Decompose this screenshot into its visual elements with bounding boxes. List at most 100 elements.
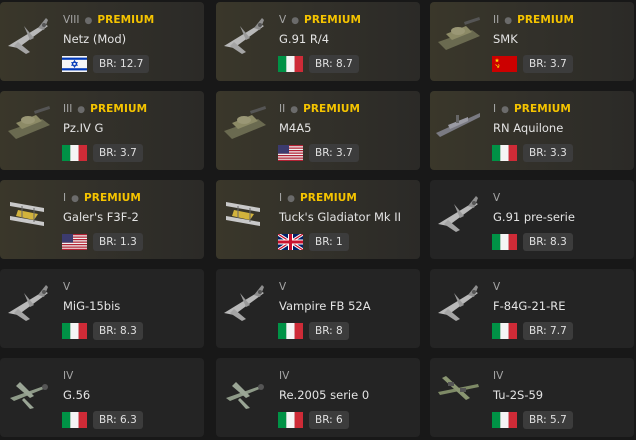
vehicle-card[interactable]: IV G.56 BR: 6.3 <box>0 358 204 437</box>
battle-rating-badge: BR: 8.7 <box>309 55 359 73</box>
italy-flag <box>278 323 303 339</box>
battle-rating-badge: BR: 3.7 <box>93 144 143 162</box>
battle-rating-badge: BR: 3.3 <box>523 144 573 162</box>
vehicle-card[interactable]: II ● PREMIUM SMK BR: 3.7 <box>430 2 634 81</box>
vehicle-rank: III <box>63 103 73 115</box>
vehicle-name: Tu-2S-59 <box>493 388 544 402</box>
rank-line: V <box>493 191 500 205</box>
separator-dot: ● <box>291 16 300 26</box>
tank-icon <box>434 12 482 58</box>
vehicle-card[interactable]: II ● PREMIUM M4A5 BR: 3.7 <box>216 91 420 170</box>
vehicle-name: MiG-15bis <box>63 299 121 313</box>
vehicle-name: F-84G-21-RE <box>493 299 566 313</box>
battle-rating-badge: BR: 8.3 <box>93 322 143 340</box>
vehicle-name: G.91 R/4 <box>279 32 330 46</box>
rank-line: IV <box>279 369 289 383</box>
biplane-icon <box>220 190 268 236</box>
vehicle-card[interactable]: VIII ● PREMIUM Netz (Mod) BR: 12.7 <box>0 2 204 81</box>
battle-rating-badge: BR: 3.7 <box>309 144 359 162</box>
battle-rating-badge: BR: 7.7 <box>523 322 573 340</box>
battle-rating-badge: BR: 8 <box>309 322 349 340</box>
vehicle-rank: V <box>493 192 501 204</box>
vehicle-rank: V <box>279 281 287 293</box>
italy-flag <box>492 234 517 250</box>
vehicle-rank: IV <box>493 370 504 382</box>
separator-dot: ● <box>290 105 299 115</box>
israel-flag <box>62 56 87 72</box>
premium-label: PREMIUM <box>304 14 362 26</box>
ussr-flag <box>492 56 517 72</box>
battle-rating-badge: BR: 6.3 <box>93 411 143 429</box>
vehicle-card[interactable]: I ● PREMIUM Tuck's Gladiator Mk II BR: 1 <box>216 180 420 259</box>
vehicle-rank: II <box>279 103 286 115</box>
uk-flag <box>278 234 303 250</box>
rank-line: I ● PREMIUM <box>63 191 141 206</box>
premium-label: PREMIUM <box>90 103 148 115</box>
separator-dot: ● <box>504 16 513 26</box>
vehicle-name: Vampire FB 52A <box>279 299 371 313</box>
vehicle-name: G.91 pre-serie <box>493 210 575 224</box>
boat-icon <box>434 101 482 147</box>
biplane-icon <box>4 190 52 236</box>
battle-rating-badge: BR: 12.7 <box>93 55 150 73</box>
vehicle-rank: IV <box>279 370 290 382</box>
rank-line: V <box>63 280 70 294</box>
bomber-icon <box>434 368 482 414</box>
rank-line: VIII ● PREMIUM <box>63 13 154 28</box>
rank-line: III ● PREMIUM <box>63 102 147 117</box>
premium-label: PREMIUM <box>97 14 155 26</box>
jet-fighter-icon <box>220 279 268 325</box>
vehicle-card[interactable]: III ● PREMIUM Pz.IV G BR: 3.7 <box>0 91 204 170</box>
premium-label: PREMIUM <box>517 14 575 26</box>
vehicle-card[interactable]: I ● PREMIUM Galer's F3F-2 BR: 1.3 <box>0 180 204 259</box>
vehicle-name: Re.2005 serie 0 <box>279 388 370 402</box>
vehicle-card[interactable]: V ● PREMIUM G.91 R/4 BR: 8.7 <box>216 2 420 81</box>
vehicle-card[interactable]: V Vampire FB 52A BR: 8 <box>216 269 420 348</box>
vehicle-rank: VIII <box>63 14 80 26</box>
premium-label: PREMIUM <box>83 192 141 204</box>
italy-flag <box>62 323 87 339</box>
vehicle-name: Pz.IV G <box>63 121 104 135</box>
battle-rating-badge: BR: 6 <box>309 411 349 429</box>
italy-flag <box>492 412 517 428</box>
tank-icon <box>220 101 268 147</box>
vehicle-card[interactable]: V F-84G-21-RE BR: 7.7 <box>430 269 634 348</box>
vehicle-name: M4A5 <box>279 121 312 135</box>
vehicle-card[interactable]: V MiG-15bis BR: 8.3 <box>0 269 204 348</box>
vehicle-rank: IV <box>63 370 74 382</box>
separator-dot: ● <box>287 194 295 204</box>
separator-dot: ● <box>77 105 86 115</box>
italy-flag <box>492 145 517 161</box>
jet-fighter-icon <box>4 279 52 325</box>
vehicle-card[interactable]: IV Re.2005 serie 0 BR: 6 <box>216 358 420 437</box>
usa-flag <box>62 234 87 250</box>
rank-line: V <box>279 280 286 294</box>
vehicle-rank: V <box>63 281 71 293</box>
vehicle-name: Galer's F3F-2 <box>63 210 139 224</box>
rank-line: II ● PREMIUM <box>493 13 574 28</box>
battle-rating-badge: BR: 3.7 <box>523 55 573 73</box>
prop-fighter-icon <box>4 368 52 414</box>
separator-dot: ● <box>71 194 79 204</box>
battle-rating-badge: BR: 1.3 <box>93 233 143 251</box>
vehicle-card[interactable]: I ● PREMIUM RN Aquilone BR: 3.3 <box>430 91 634 170</box>
vehicle-card[interactable]: V G.91 pre-serie BR: 8.3 <box>430 180 634 259</box>
vehicle-name: SMK <box>493 32 518 46</box>
vehicle-name: G.56 <box>63 388 91 402</box>
rank-line: I ● PREMIUM <box>493 102 571 117</box>
vehicle-card[interactable]: IV Tu-2S-59 BR: 5.7 <box>430 358 634 437</box>
vehicle-rank: I <box>493 103 497 115</box>
battle-rating-badge: BR: 5.7 <box>523 411 573 429</box>
jet-fighter-icon <box>220 12 268 58</box>
usa-flag <box>278 145 303 161</box>
rank-line: IV <box>493 369 503 383</box>
vehicle-name: Tuck's Gladiator Mk II <box>279 210 402 224</box>
rank-line: II ● PREMIUM <box>279 102 360 117</box>
vehicle-name: RN Aquilone <box>493 121 564 135</box>
rank-line: IV <box>63 369 73 383</box>
rank-line: I ● PREMIUM <box>279 191 357 206</box>
battle-rating-badge: BR: 1 <box>309 233 349 251</box>
italy-flag <box>278 56 303 72</box>
separator-dot: ● <box>84 16 93 26</box>
vehicle-rank: II <box>493 14 500 26</box>
